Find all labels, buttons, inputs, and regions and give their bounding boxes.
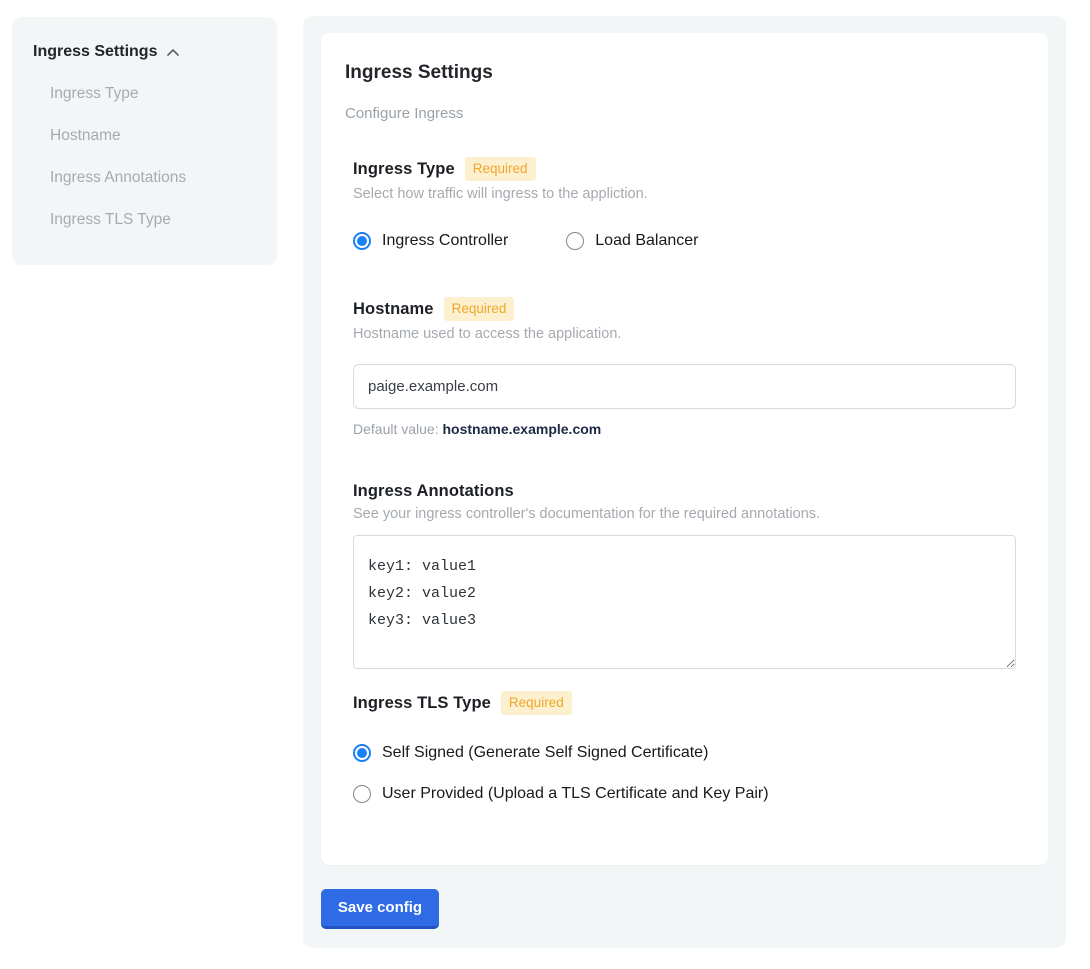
radio-selected-icon[interactable] (353, 744, 371, 762)
required-badge: Required (501, 691, 572, 715)
hostname-default-line: Default value: hostname.example.com (353, 421, 1016, 438)
radio-ingress-controller-label: Ingress Controller (382, 231, 508, 251)
settings-sidebar: Ingress Settings Ingress Type Hostname I… (12, 17, 277, 265)
radio-self-signed[interactable]: Self Signed (Generate Self Signed Certif… (353, 743, 1016, 763)
default-value: hostname.example.com (443, 421, 602, 437)
ingress-type-label: Ingress Type (353, 160, 455, 179)
radio-load-balancer-label: Load Balancer (595, 231, 698, 251)
save-config-button[interactable]: Save config (321, 889, 439, 929)
section-ingress-annotations: Ingress Annotations See your ingress con… (353, 482, 1016, 669)
ingress-annotations-label: Ingress Annotations (353, 482, 514, 501)
sidebar-section-title: Ingress Settings (33, 42, 157, 61)
ingress-type-help: Select how traffic will ingress to the a… (353, 186, 1016, 203)
radio-ingress-controller[interactable]: Ingress Controller (353, 231, 508, 251)
required-badge: Required (465, 157, 536, 181)
page-subtitle: Configure Ingress (345, 105, 1016, 123)
radio-unselected-icon[interactable] (566, 232, 584, 250)
radio-unselected-icon[interactable] (353, 785, 371, 803)
sidebar-item-hostname[interactable]: Hostname (50, 127, 257, 145)
hostname-help: Hostname used to access the application. (353, 326, 1016, 343)
section-ingress-type: Ingress Type Required Select how traffic… (353, 157, 1016, 251)
sidebar-item-ingress-annotations[interactable]: Ingress Annotations (50, 169, 257, 187)
hostname-input[interactable] (353, 364, 1016, 409)
settings-panel: Ingress Settings Configure Ingress Ingre… (303, 16, 1066, 948)
section-ingress-tls-type: Ingress TLS Type Required Self Signed (G… (353, 691, 1016, 804)
radio-self-signed-label: Self Signed (Generate Self Signed Certif… (382, 743, 708, 763)
radio-user-provided[interactable]: User Provided (Upload a TLS Certificate … (353, 784, 1016, 804)
radio-selected-icon[interactable] (353, 232, 371, 250)
sidebar-item-ingress-tls-type[interactable]: Ingress TLS Type (50, 211, 257, 229)
sidebar-section-toggle[interactable]: Ingress Settings (33, 42, 257, 61)
page-title: Ingress Settings (345, 62, 1016, 84)
radio-load-balancer[interactable]: Load Balancer (566, 231, 698, 251)
default-prefix: Default value: (353, 421, 443, 437)
chevron-up-icon (165, 45, 181, 61)
ingress-tls-type-label: Ingress TLS Type (353, 694, 491, 713)
hostname-label: Hostname (353, 300, 434, 319)
ingress-annotations-textarea[interactable]: key1: value1 key2: value2 key3: value3 (353, 535, 1016, 669)
ingress-settings-card: Ingress Settings Configure Ingress Ingre… (321, 33, 1048, 865)
radio-user-provided-label: User Provided (Upload a TLS Certificate … (382, 784, 769, 804)
sidebar-item-ingress-type[interactable]: Ingress Type (50, 85, 257, 103)
required-badge: Required (444, 297, 515, 321)
ingress-annotations-help: See your ingress controller's documentat… (353, 506, 1016, 523)
section-hostname: Hostname Required Hostname used to acces… (353, 297, 1016, 438)
